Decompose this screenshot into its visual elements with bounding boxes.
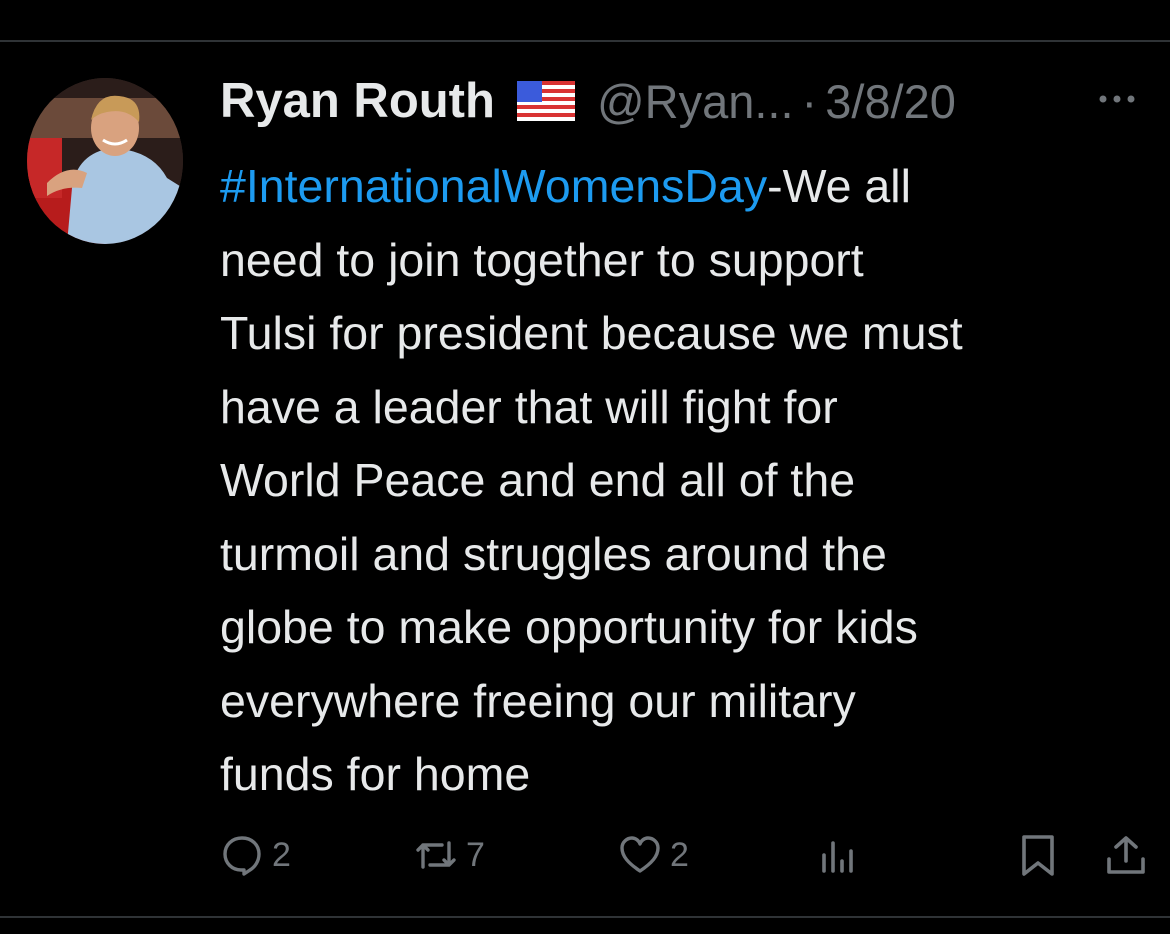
post-body: -We all need to join together to support… xyxy=(220,160,963,800)
bookmark-icon xyxy=(1022,835,1054,876)
views-button[interactable] xyxy=(818,832,862,878)
reply-button[interactable]: 2 xyxy=(220,832,291,878)
repost-button[interactable]: 7 xyxy=(414,832,485,878)
reply-icon xyxy=(223,836,261,876)
action-bar: 2 7 2 xyxy=(0,832,1170,878)
us-flag-icon xyxy=(516,81,575,121)
avatar-photo xyxy=(27,78,183,244)
share-icon xyxy=(1107,836,1145,874)
repost-count: 7 xyxy=(466,835,485,874)
hashtag-link[interactable]: #InternationalWomensDay xyxy=(220,160,767,212)
top-divider xyxy=(0,40,1170,42)
reply-count: 2 xyxy=(272,835,291,874)
author-handle[interactable]: @Ryan... xyxy=(597,74,794,129)
separator-dot: · xyxy=(801,74,818,128)
share-button[interactable] xyxy=(1104,832,1148,878)
avatar[interactable] xyxy=(27,78,183,244)
author-name[interactable]: Ryan Routh xyxy=(220,73,495,129)
views-icon xyxy=(822,841,853,873)
more-options-icon[interactable] xyxy=(1094,76,1140,122)
bookmark-button[interactable] xyxy=(1016,832,1060,878)
post-header: Ryan Routh @Ryan... · 3/8/20 xyxy=(220,70,956,132)
post-date[interactable]: 3/8/20 xyxy=(825,74,956,129)
post-text: #InternationalWomensDay-We all need to j… xyxy=(220,150,1160,812)
repost-icon xyxy=(416,841,456,869)
like-button[interactable]: 2 xyxy=(618,832,689,878)
bottom-divider xyxy=(0,916,1170,918)
heart-icon xyxy=(620,836,660,873)
like-count: 2 xyxy=(670,835,689,874)
